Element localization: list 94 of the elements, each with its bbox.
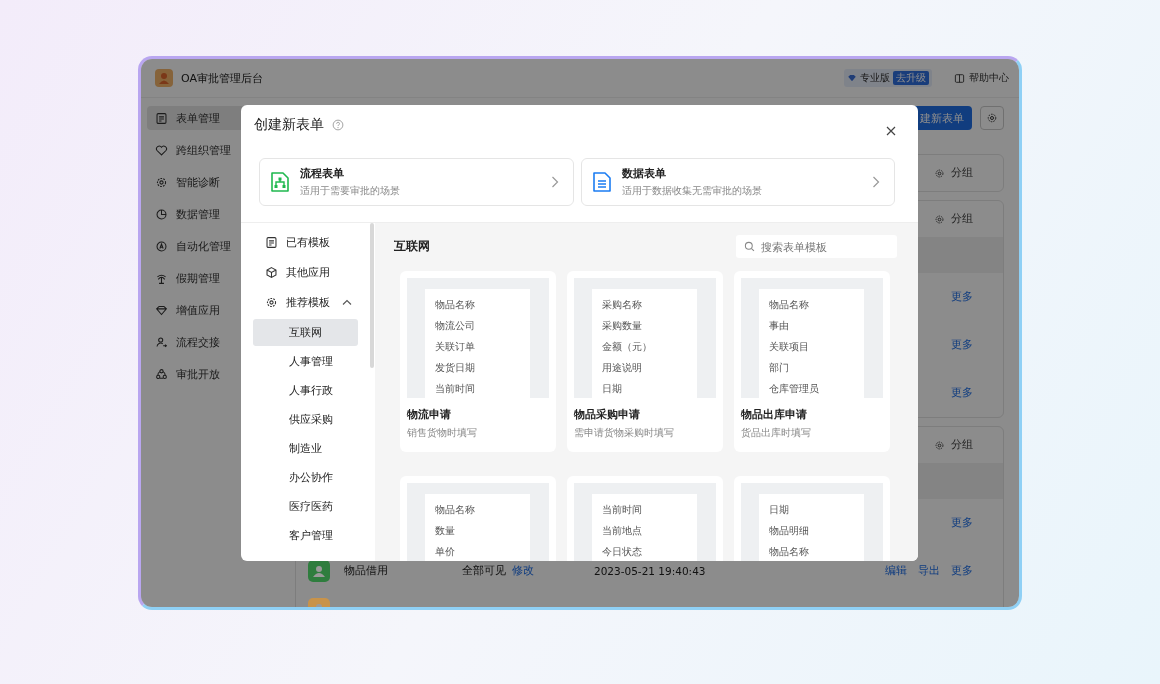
field-label: 物流公司	[435, 319, 476, 333]
cube-icon	[265, 265, 278, 279]
field-label: 日期	[769, 503, 790, 517]
network-icon	[155, 367, 168, 381]
field-label: 物品名称	[435, 298, 476, 312]
gear-icon	[986, 112, 998, 124]
search-field[interactable]: 搜索表单模板	[736, 235, 897, 258]
chevron-right-icon	[872, 176, 880, 188]
template-category[interactable]: 供应采购	[253, 406, 358, 433]
field-label: 仓库管理员	[769, 382, 820, 396]
field-label: 数量	[435, 524, 456, 538]
form-type-description: 适用于需要审批的场景	[300, 184, 401, 198]
template-card[interactable]: 日期 物品明细 物品名称	[734, 476, 890, 561]
settings-button[interactable]	[980, 106, 1004, 130]
help-center-link[interactable]: 帮助中心	[954, 71, 1009, 85]
export-link[interactable]: 导出	[918, 564, 940, 578]
field-label: 物品明细	[769, 524, 810, 538]
help-icon	[332, 119, 344, 131]
form-type-card[interactable]: 流程表单 适用于需要审批的场景	[259, 158, 574, 206]
group-button[interactable]: 分组	[934, 438, 973, 452]
field-label: 物品名称	[435, 503, 476, 517]
group-button[interactable]: 分组	[934, 212, 973, 226]
flowchart-document-icon	[270, 171, 290, 193]
field-label: 金额（元）	[602, 340, 653, 354]
field-label: 物品名称	[769, 298, 810, 312]
category-title: 互联网	[394, 238, 430, 255]
form-name: 物品借用	[344, 564, 388, 578]
gear-icon	[155, 175, 168, 189]
field-label: 发货日期	[435, 361, 476, 375]
document-icon	[265, 235, 278, 249]
form-type-name: 流程表单	[300, 166, 345, 181]
template-card[interactable]: 物品名称 物流公司 关联订单 发货日期 当前时间 物流申请 销售货物时填写	[400, 271, 556, 452]
app-title: OA审批管理后台	[181, 70, 263, 86]
modify-link[interactable]: 修改	[512, 564, 534, 578]
field-label: 关联订单	[435, 340, 476, 354]
more-link[interactable]: 更多	[951, 564, 973, 578]
template-card[interactable]: 采购名称 采购数量 金额（元） 用途说明 日期 物品采购申请 需申请货物采购时填写	[567, 271, 723, 452]
field-label: 关联项目	[769, 340, 810, 354]
template-category[interactable]: 办公协作	[253, 464, 358, 491]
template-name: 物品采购申请	[574, 407, 641, 422]
more-link[interactable]: 更多	[951, 516, 973, 530]
field-label: 当前时间	[435, 382, 476, 396]
pie-chart-icon	[155, 207, 168, 221]
template-category[interactable]: 制造业	[253, 435, 358, 462]
updated-time: 2023-05-21 19:40:43	[594, 565, 706, 577]
more-link[interactable]: 更多	[951, 338, 973, 352]
form-type-name: 数据表单	[621, 166, 667, 181]
template-card[interactable]: 物品名称 数量 单价	[400, 476, 556, 561]
field-label: 采购名称	[602, 298, 643, 312]
field-label: 用途说明	[602, 361, 643, 375]
template-category[interactable]: 客户管理	[253, 522, 358, 549]
template-description: 需申请货物采购时填写	[574, 426, 675, 440]
template-description: 货品出库时填写	[741, 426, 812, 440]
document-icon	[591, 171, 612, 193]
group-button[interactable]: 分组	[934, 166, 973, 180]
template-name: 物品出库申请	[741, 407, 808, 422]
diamond-icon	[847, 73, 857, 83]
user-icon	[155, 335, 168, 349]
visibility-text: 全部可见	[462, 564, 506, 578]
template-name: 物流申请	[407, 407, 452, 422]
triangle-circle-icon	[155, 239, 168, 253]
book-icon	[954, 72, 965, 84]
document-icon	[155, 111, 168, 125]
edit-link[interactable]: 编辑	[885, 564, 907, 578]
upgrade-button[interactable]: 去升级	[893, 71, 929, 85]
chevron-right-icon	[550, 176, 559, 188]
caret-up-icon	[342, 299, 352, 305]
template-description: 销售货物时填写	[407, 426, 478, 440]
form-type-card[interactable]: 数据表单 适用于数据收集无需审批的场景	[580, 158, 895, 206]
field-label: 事由	[769, 319, 790, 333]
edition-label: 专业版	[860, 71, 890, 85]
logo-icon	[155, 69, 173, 87]
template-category[interactable]: 互联网	[253, 319, 358, 346]
diamond-icon	[155, 303, 168, 317]
template-card[interactable]: 物品名称 事由 关联项目 部门 仓库管理员 物品出库申请 货品出库时填写	[734, 271, 890, 452]
more-link[interactable]: 更多	[951, 386, 973, 400]
field-label: 今日状态	[602, 545, 643, 559]
field-label: 物品名称	[769, 545, 810, 559]
close-icon	[886, 126, 896, 136]
heart-icon	[155, 143, 168, 157]
field-label: 当前地点	[602, 524, 643, 538]
form-type-description: 适用于数据收集无需审批的场景	[621, 184, 763, 198]
gear-icon	[934, 213, 945, 225]
gear-icon	[934, 167, 945, 179]
gear-icon	[265, 295, 278, 309]
field-label: 日期	[602, 382, 623, 396]
field-label: 部门	[769, 361, 790, 375]
template-category[interactable]: 医疗医药	[253, 493, 358, 520]
more-link[interactable]: 更多	[951, 290, 973, 304]
field-label: 当前时间	[602, 503, 643, 517]
field-label: 采购数量	[602, 319, 643, 333]
field-label: 单价	[435, 545, 456, 559]
gear-icon	[934, 439, 945, 451]
template-card[interactable]: 当前时间 当前地点 今日状态	[567, 476, 723, 561]
